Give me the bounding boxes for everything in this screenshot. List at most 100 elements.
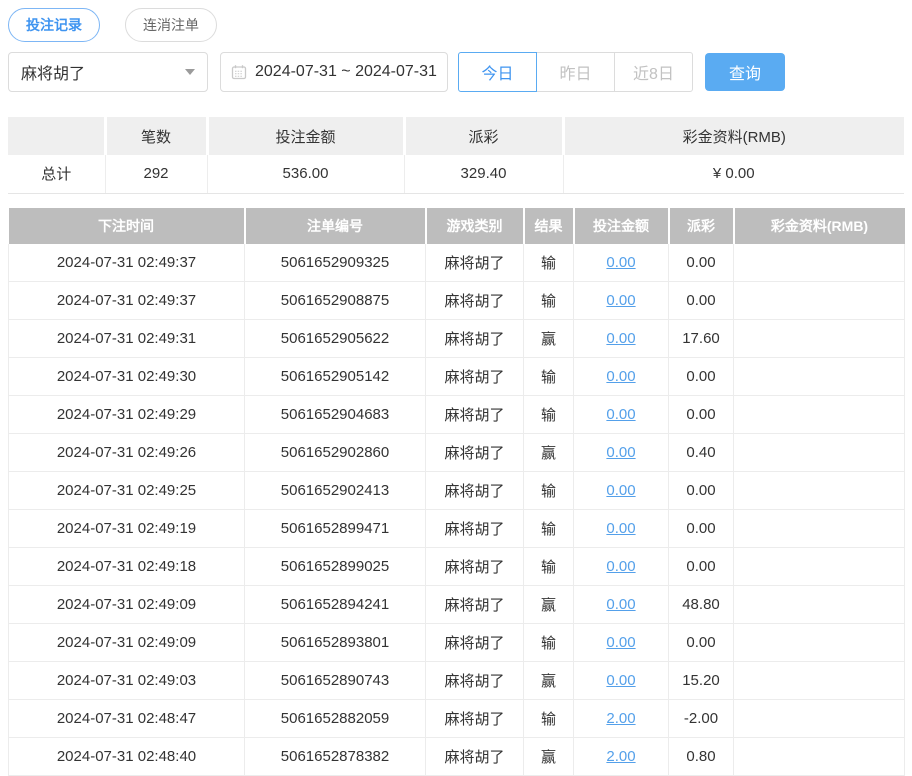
summary-header-count: 笔数 xyxy=(105,117,207,155)
game-type-cell: 麻将胡了 xyxy=(426,548,524,586)
table-row: 2024-07-31 02:49:295061652904683麻将胡了输0.0… xyxy=(9,396,905,434)
table-row: 2024-07-31 02:49:305061652905142麻将胡了输0.0… xyxy=(9,358,905,396)
bet-id-cell: 5061652890743 xyxy=(245,662,426,700)
table-row: 2024-07-31 02:49:095061652893801麻将胡了输0.0… xyxy=(9,624,905,662)
result-cell: 输 xyxy=(524,700,574,738)
bet-id-cell: 5061652905142 xyxy=(245,358,426,396)
bet-amount-cell: 0.00 xyxy=(574,434,669,472)
table-row: 2024-07-31 02:49:035061652890743麻将胡了赢0.0… xyxy=(9,662,905,700)
bet-amount-cell: 0.00 xyxy=(574,320,669,358)
payout-cell: 0.40 xyxy=(669,434,734,472)
payout-cell: 0.00 xyxy=(669,396,734,434)
bet-id-cell: 5061652882059 xyxy=(245,700,426,738)
bet-time-cell: 2024-07-31 02:49:37 xyxy=(9,282,245,320)
bet-time-cell: 2024-07-31 02:48:47 xyxy=(9,700,245,738)
quick-date-button-group: 今日 昨日 近8日 xyxy=(458,52,693,92)
filter-bar: 麻将胡了 2024-07-31 ~ 2024-07-31 今日 昨日 近8日 查… xyxy=(8,52,904,92)
table-row: 2024-07-31 02:49:095061652894241麻将胡了赢0.0… xyxy=(9,586,905,624)
bet-amount-link[interactable]: 0.00 xyxy=(606,254,635,271)
game-type-cell: 麻将胡了 xyxy=(426,510,524,548)
bet-amount-link[interactable]: 0.00 xyxy=(606,406,635,423)
bet-time-cell: 2024-07-31 02:49:03 xyxy=(9,662,245,700)
bonus-cell xyxy=(734,510,905,548)
table-row: 2024-07-31 02:49:255061652902413麻将胡了输0.0… xyxy=(9,472,905,510)
bonus-cell xyxy=(734,396,905,434)
bet-amount-cell: 0.00 xyxy=(574,358,669,396)
bet-time-cell: 2024-07-31 02:49:18 xyxy=(9,548,245,586)
bet-id-cell: 5061652908875 xyxy=(245,282,426,320)
payout-cell: 0.00 xyxy=(669,358,734,396)
bet-id-cell: 5061652904683 xyxy=(245,396,426,434)
game-type-select[interactable]: 麻将胡了 xyxy=(8,52,208,92)
game-type-cell: 麻将胡了 xyxy=(426,472,524,510)
header-bet-amount: 投注金额 xyxy=(574,208,669,244)
bet-amount-link[interactable]: 0.00 xyxy=(606,292,635,309)
bet-amount-cell: 0.00 xyxy=(574,586,669,624)
bonus-cell xyxy=(734,662,905,700)
bet-amount-link[interactable]: 0.00 xyxy=(606,330,635,347)
summary-header-bet-amount: 投注金额 xyxy=(207,117,404,155)
bet-id-cell: 5061652902860 xyxy=(245,434,426,472)
table-row: 2024-07-31 02:49:185061652899025麻将胡了输0.0… xyxy=(9,548,905,586)
result-cell: 输 xyxy=(524,472,574,510)
summary-header-bonus: 彩金资料(RMB) xyxy=(563,117,904,155)
today-button[interactable]: 今日 xyxy=(458,52,537,92)
header-result: 结果 xyxy=(524,208,574,244)
bet-amount-cell: 0.00 xyxy=(574,472,669,510)
result-cell: 赢 xyxy=(524,586,574,624)
bet-time-cell: 2024-07-31 02:49:30 xyxy=(9,358,245,396)
bet-time-cell: 2024-07-31 02:49:09 xyxy=(9,624,245,662)
bet-time-cell: 2024-07-31 02:49:37 xyxy=(9,244,245,282)
yesterday-button[interactable]: 昨日 xyxy=(536,52,615,92)
header-bet-time: 下注时间 xyxy=(9,208,245,244)
payout-cell: 0.00 xyxy=(669,472,734,510)
bet-records-table: 下注时间 注单编号 游戏类别 结果 投注金额 派彩 彩金资料(RMB) 2024… xyxy=(8,208,905,776)
bet-time-cell: 2024-07-31 02:49:19 xyxy=(9,510,245,548)
summary-total-bet-amount: 536.00 xyxy=(207,155,404,193)
bet-amount-cell: 2.00 xyxy=(574,700,669,738)
bet-amount-cell: 0.00 xyxy=(574,624,669,662)
payout-cell: 0.00 xyxy=(669,244,734,282)
bet-time-cell: 2024-07-31 02:49:29 xyxy=(9,396,245,434)
bet-id-cell: 5061652899471 xyxy=(245,510,426,548)
bet-id-cell: 5061652909325 xyxy=(245,244,426,282)
bonus-cell xyxy=(734,358,905,396)
bet-amount-cell: 0.00 xyxy=(574,510,669,548)
bet-amount-link[interactable]: 2.00 xyxy=(606,710,635,727)
payout-cell: 0.00 xyxy=(669,624,734,662)
result-cell: 输 xyxy=(524,282,574,320)
bet-amount-link[interactable]: 0.00 xyxy=(606,672,635,689)
game-type-cell: 麻将胡了 xyxy=(426,282,524,320)
result-cell: 输 xyxy=(524,244,574,282)
bet-id-cell: 5061652894241 xyxy=(245,586,426,624)
bet-amount-link[interactable]: 0.00 xyxy=(606,596,635,613)
tab-cancelled-bets[interactable]: 连消注单 xyxy=(125,8,217,42)
bonus-cell xyxy=(734,320,905,358)
bet-table-header-row: 下注时间 注单编号 游戏类别 结果 投注金额 派彩 彩金资料(RMB) xyxy=(9,208,905,244)
game-type-cell: 麻将胡了 xyxy=(426,700,524,738)
bet-amount-link[interactable]: 0.00 xyxy=(606,558,635,575)
tab-betting-records[interactable]: 投注记录 xyxy=(8,8,100,42)
search-button[interactable]: 查询 xyxy=(705,53,785,91)
bet-amount-link[interactable]: 0.00 xyxy=(606,368,635,385)
bonus-cell xyxy=(734,700,905,738)
bet-amount-link[interactable]: 0.00 xyxy=(606,482,635,499)
summary-total-label: 总计 xyxy=(8,155,105,193)
result-cell: 赢 xyxy=(524,662,574,700)
date-range-input[interactable]: 2024-07-31 ~ 2024-07-31 xyxy=(220,52,448,92)
bonus-cell xyxy=(734,624,905,662)
bet-amount-cell: 0.00 xyxy=(574,244,669,282)
bet-amount-link[interactable]: 0.00 xyxy=(606,520,635,537)
game-type-cell: 麻将胡了 xyxy=(426,396,524,434)
game-type-cell: 麻将胡了 xyxy=(426,434,524,472)
bet-amount-link[interactable]: 0.00 xyxy=(606,634,635,651)
table-row: 2024-07-31 02:48:475061652882059麻将胡了输 2.0… xyxy=(9,700,905,738)
game-type-cell: 麻将胡了 xyxy=(426,320,524,358)
result-cell: 输 xyxy=(524,548,574,586)
bet-table-body: 2024-07-31 02:49:375061652909325麻将胡了输0.0… xyxy=(9,244,905,776)
table-row: 2024-07-31 02:49:265061652902860麻将胡了赢0.0… xyxy=(9,434,905,472)
payout-cell: 0.00 xyxy=(669,282,734,320)
payout-cell: 0.00 xyxy=(669,548,734,586)
bet-amount-link[interactable]: 0.00 xyxy=(606,444,635,461)
last-8-days-button[interactable]: 近8日 xyxy=(614,52,693,92)
